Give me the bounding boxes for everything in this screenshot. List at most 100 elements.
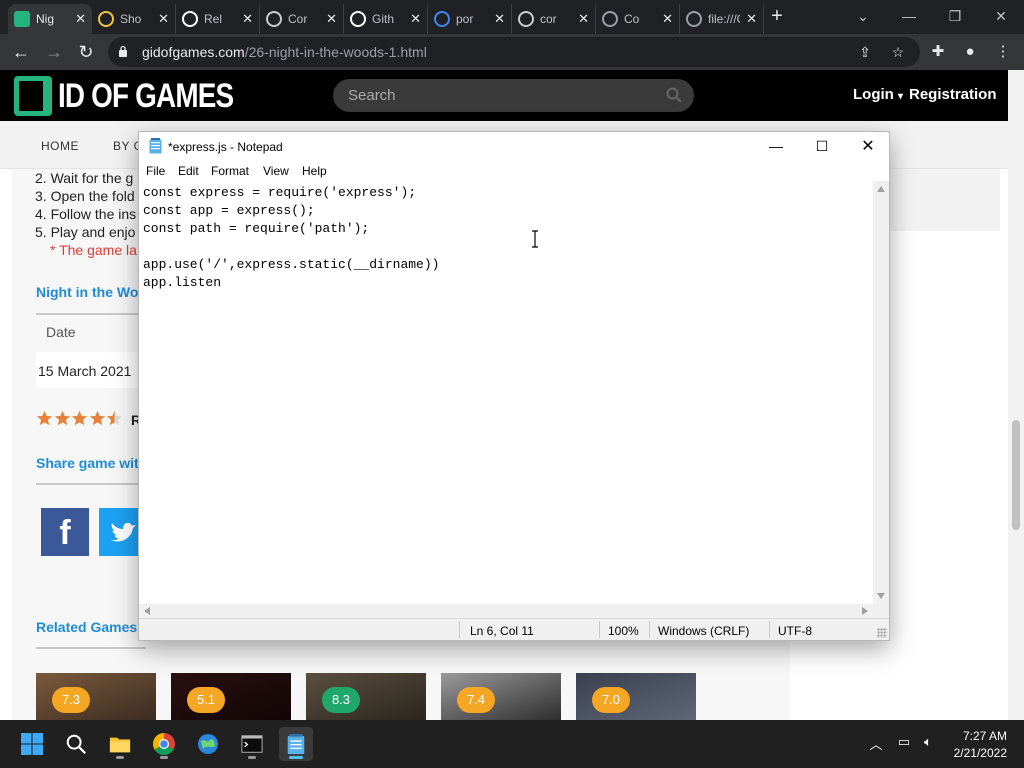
- scroll-down-icon[interactable]: [877, 593, 885, 599]
- browser-tab[interactable]: Nig ✕: [8, 4, 92, 34]
- tab-close-icon[interactable]: ✕: [746, 11, 757, 27]
- tab-close-icon[interactable]: ✕: [158, 11, 169, 27]
- running-indicator: [160, 756, 168, 759]
- menu-icon[interactable]: ⋮: [992, 41, 1014, 63]
- tab-close-icon[interactable]: ✕: [75, 11, 86, 27]
- tab-close-icon[interactable]: ✕: [662, 11, 673, 27]
- scroll-left-icon[interactable]: [144, 607, 150, 615]
- tab-close-icon[interactable]: ✕: [242, 11, 253, 27]
- browser-tab[interactable]: por ✕: [428, 4, 512, 34]
- rating-stars[interactable]: [36, 410, 124, 427]
- notepad-window[interactable]: *express.js - Notepad — ☐ ✕ File Edit Fo…: [138, 131, 890, 641]
- related-games-title: Related Games: [36, 619, 138, 635]
- code-line: app.listen: [143, 275, 222, 290]
- restore-icon[interactable]: ❐: [944, 6, 966, 26]
- notepad-taskbar-icon: [287, 733, 305, 755]
- gidofgames-icon: [14, 11, 30, 27]
- related-game-card[interactable]: 7.3: [36, 673, 156, 720]
- file-explorer-icon[interactable]: [103, 727, 137, 761]
- browser-tab[interactable]: Cor ✕: [260, 4, 344, 34]
- bookmark-star-icon[interactable]: ☆: [889, 43, 907, 61]
- text-editor[interactable]: const express = require('express'); cons…: [139, 181, 873, 604]
- extensions-icon[interactable]: ✚: [927, 41, 949, 63]
- menu-file[interactable]: File: [146, 164, 165, 178]
- address-bar[interactable]: gidofgames.com/26-night-in-the-woods-1.h…: [108, 37, 920, 67]
- forward-icon[interactable]: →: [43, 41, 65, 63]
- tab-close-icon[interactable]: ✕: [494, 11, 505, 27]
- code-line: const path = require('path');: [143, 221, 370, 236]
- vertical-scrollbar[interactable]: [873, 181, 889, 604]
- browser-tab[interactable]: Gith ✕: [344, 4, 428, 34]
- tab-search-icon[interactable]: ⌄: [852, 6, 874, 26]
- related-game-card[interactable]: 8.3: [306, 673, 426, 720]
- status-divider: [769, 621, 770, 638]
- menu-format[interactable]: Format: [211, 164, 249, 178]
- browser-tab[interactable]: Rel ✕: [176, 4, 260, 34]
- site-header: ID OF GAMES Search Login ▾ Registration: [0, 70, 1008, 121]
- volume-icon[interactable]: 🔈︎: [918, 734, 938, 754]
- show-hidden-icons-chevron-icon[interactable]: ︿: [866, 734, 886, 754]
- menu-view[interactable]: View: [263, 164, 289, 178]
- resize-grip[interactable]: [877, 628, 887, 638]
- related-game-card[interactable]: 5.1: [171, 673, 291, 720]
- scrollbar-thumb[interactable]: [1012, 420, 1020, 530]
- scroll-right-icon[interactable]: [862, 607, 868, 615]
- browser-tab[interactable]: cor ✕: [512, 4, 596, 34]
- facebook-share-button[interactable]: f: [41, 508, 89, 556]
- terminal-icon[interactable]: [235, 727, 269, 761]
- menu-help[interactable]: Help: [302, 164, 327, 178]
- page-scrollbar[interactable]: [1008, 70, 1024, 720]
- share-icon[interactable]: ⇪: [856, 43, 874, 61]
- menu-bar: File Edit Format View Help: [139, 161, 889, 181]
- windows-logo-icon: [21, 733, 43, 755]
- profile-icon[interactable]: ●: [959, 41, 981, 63]
- tab-close-icon[interactable]: ✕: [326, 11, 337, 27]
- scroll-up-icon[interactable]: [877, 186, 885, 192]
- network-app-icon[interactable]: [191, 727, 225, 761]
- clock-time[interactable]: 7:27 AM: [955, 729, 1007, 743]
- clock-date[interactable]: 2/21/2022: [944, 746, 1007, 760]
- tab-title: file:///C: [708, 12, 740, 26]
- registration-link[interactable]: Registration: [909, 86, 997, 103]
- windows-start-icon[interactable]: [15, 727, 49, 761]
- display-icon[interactable]: ▭: [894, 734, 914, 754]
- taskbar: ︿ ▭ 🔈︎ 7:27 AM 2/21/2022: [0, 720, 1024, 768]
- star-icon[interactable]: [54, 410, 71, 427]
- star-icon[interactable]: [106, 410, 123, 427]
- reload-icon[interactable]: ↻: [75, 41, 97, 63]
- search-icon[interactable]: [59, 727, 93, 761]
- maximize-button[interactable]: ☐: [799, 132, 845, 161]
- tab-close-icon[interactable]: ✕: [410, 11, 421, 27]
- chrome-icon[interactable]: [147, 727, 181, 761]
- menu-edit[interactable]: Edit: [178, 164, 199, 178]
- star-icon[interactable]: [89, 410, 106, 427]
- new-tab-button[interactable]: +: [766, 6, 788, 28]
- install-step: 3. Open the fold: [35, 188, 135, 204]
- star-icon[interactable]: [36, 410, 53, 427]
- nav-home[interactable]: HOME: [41, 139, 79, 153]
- close-icon[interactable]: ✕: [990, 6, 1012, 26]
- back-icon[interactable]: ←: [10, 41, 32, 63]
- site-logo[interactable]: ID OF GAMES: [14, 76, 272, 116]
- site-search-input[interactable]: Search: [333, 79, 694, 112]
- url-text[interactable]: gidofgames.com/26-night-in-the-woods-1.h…: [142, 44, 427, 60]
- notepad-icon[interactable]: [279, 727, 313, 761]
- search-icon[interactable]: [666, 87, 682, 103]
- close-button[interactable]: ✕: [845, 132, 891, 161]
- date-value: 15 March 2021: [38, 363, 132, 379]
- minimize-icon[interactable]: —: [898, 6, 920, 26]
- search-placeholder: Search: [348, 87, 396, 104]
- code-line: app.use('/',express.static(__dirname)): [143, 257, 440, 272]
- related-game-card[interactable]: 7.0: [576, 673, 696, 720]
- minimize-button[interactable]: —: [753, 132, 799, 161]
- star-icon[interactable]: [71, 410, 88, 427]
- tab-title: Nig: [36, 12, 55, 26]
- browser-tab[interactable]: Sho ✕: [92, 4, 176, 34]
- login-link[interactable]: Login ▾: [853, 86, 903, 103]
- related-game-card[interactable]: 7.4: [441, 673, 561, 720]
- tab-close-icon[interactable]: ✕: [578, 11, 589, 27]
- horizontal-scrollbar[interactable]: [139, 604, 873, 618]
- browser-tab[interactable]: file:///C ✕: [680, 4, 764, 34]
- browser-tab[interactable]: Co ✕: [596, 4, 680, 34]
- notepad-title-bar[interactable]: *express.js - Notepad — ☐ ✕: [139, 132, 889, 161]
